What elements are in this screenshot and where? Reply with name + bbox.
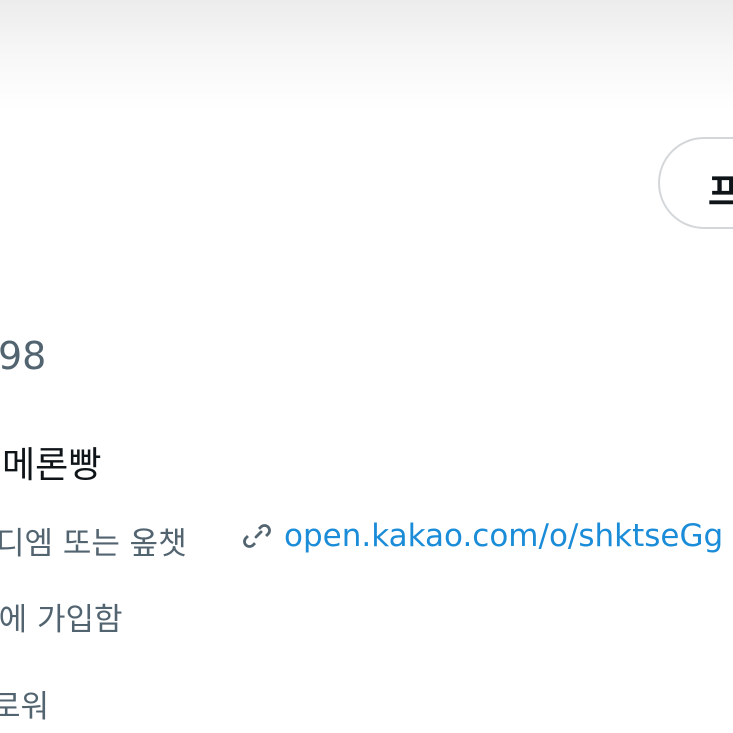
followers-link[interactable]: 로워 — [0, 681, 49, 726]
contact-info: 디엠 또는 옾챗 — [0, 526, 187, 562]
bio-name: l메론빵 — [0, 445, 102, 486]
edit-profile-button-label: 프 — [708, 170, 733, 214]
profile-handle: 98 — [0, 334, 47, 378]
profile-meta-row: 디엠 또는 옾챗 open.kakao.com/o/shktseGg — [0, 515, 733, 562]
header-banner-fade — [0, 0, 733, 110]
profile-website-link[interactable]: open.kakao.com/o/shktseGg — [284, 518, 723, 554]
link-icon — [240, 519, 274, 553]
joined-date: l에 가입함 — [0, 602, 123, 638]
edit-profile-button[interactable]: 프 — [658, 137, 733, 229]
profile-page: 프 98 l메론빵 디엠 또는 옾챗 open.kakao.com/o/shkt… — [0, 0, 733, 733]
